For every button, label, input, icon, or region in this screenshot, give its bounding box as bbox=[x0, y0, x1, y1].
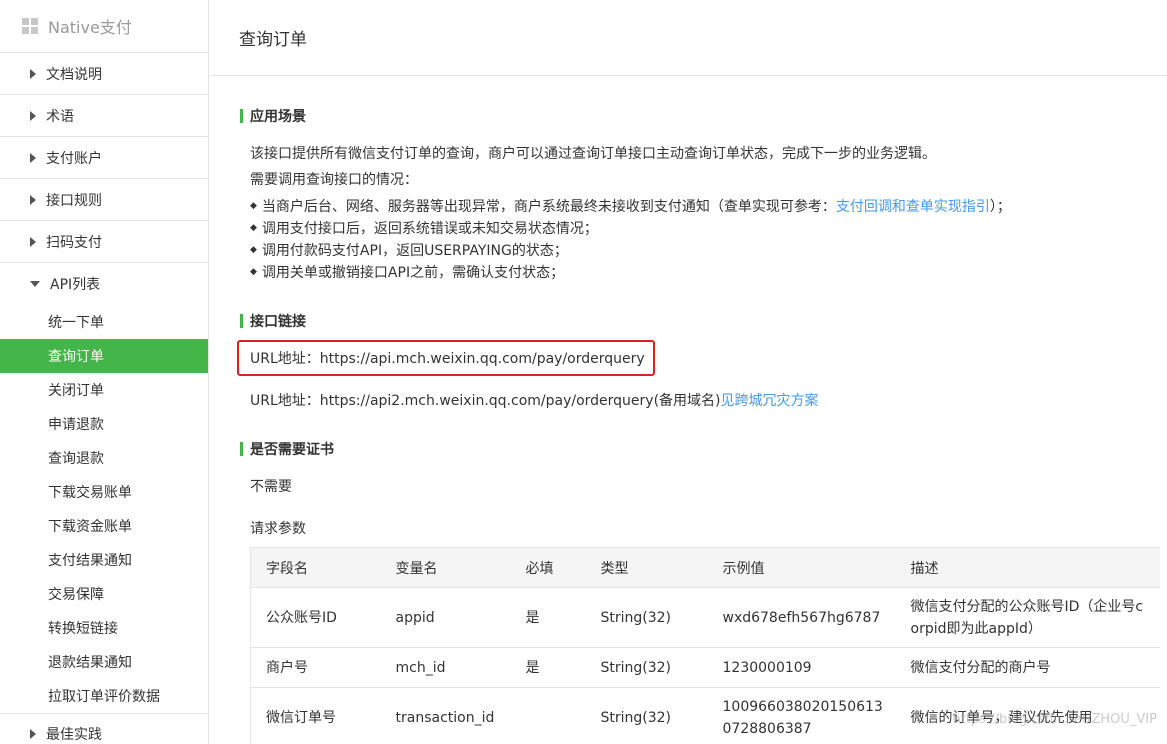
sidebar-item-docs[interactable]: 文档说明 bbox=[0, 53, 208, 95]
table-cell: String(32) bbox=[585, 647, 708, 688]
table-cell: String(32) bbox=[585, 687, 708, 744]
section-heading-api-link: 接口链接 bbox=[240, 311, 306, 331]
table-cell: 微信订单号 bbox=[250, 687, 381, 744]
table-cell: wxd678efh567hg6787 bbox=[707, 587, 896, 648]
sidebar-item-terms[interactable]: 术语 bbox=[0, 95, 208, 137]
main-content: 查询订单 应用场景 该接口提供所有微信支付订单的查询，商户可以通过查询订单接口主… bbox=[210, 0, 1167, 744]
diamond-bullet-icon: ◆ bbox=[250, 201, 257, 211]
page-header: 查询订单 bbox=[210, 0, 1167, 76]
caret-down-icon bbox=[30, 281, 40, 287]
section-heading-scenario: 应用场景 bbox=[240, 106, 306, 126]
sidebar-item-scan-pay[interactable]: 扫码支付 bbox=[0, 221, 208, 263]
caret-right-icon bbox=[30, 68, 36, 79]
certificate-value: 不需要 bbox=[250, 479, 292, 495]
bullet-item: ◆ 调用关单或撤销接口API之前，需确认支付状态； bbox=[250, 265, 565, 281]
table-row: 公众账号ID appid 是 String(32) wxd678efh567hg… bbox=[250, 587, 1160, 648]
section-accent-bar bbox=[240, 442, 243, 456]
sidebar-item-payment-account[interactable]: 支付账户 bbox=[0, 137, 208, 179]
caret-right-icon bbox=[30, 194, 36, 205]
diamond-bullet-icon: ◆ bbox=[250, 267, 257, 277]
sidebar-subitem-query-order[interactable]: 查询订单 bbox=[0, 339, 208, 373]
sidebar-subitem-close-order[interactable]: 关闭订单 bbox=[0, 373, 208, 407]
table-cell: 是 bbox=[510, 587, 586, 648]
table-cell bbox=[510, 687, 586, 744]
sidebar-item-api-list[interactable]: API列表 bbox=[0, 263, 208, 305]
caret-right-icon bbox=[30, 152, 36, 163]
table-cell: 商户号 bbox=[250, 647, 381, 688]
table-header: 示例值 bbox=[707, 547, 896, 588]
diamond-bullet-icon: ◆ bbox=[250, 245, 257, 255]
caret-right-icon bbox=[30, 236, 36, 247]
request-params-label: 请求参数 bbox=[250, 521, 306, 537]
table-cell: 1009660380201506130728806387 bbox=[707, 687, 896, 744]
sidebar-item-api-rules[interactable]: 接口规则 bbox=[0, 179, 208, 221]
table-cell: 1230000109 bbox=[707, 647, 896, 688]
sidebar-subitem-download-fund-bill[interactable]: 下载资金账单 bbox=[0, 509, 208, 543]
sidebar-subitem-download-bill[interactable]: 下载交易账单 bbox=[0, 475, 208, 509]
table-cell: 微信支付分配的商户号 bbox=[895, 647, 1160, 688]
caret-right-icon bbox=[30, 728, 36, 739]
table-header: 类型 bbox=[585, 547, 708, 588]
section-accent-bar bbox=[240, 109, 243, 123]
sidebar-header[interactable]: Native支付 bbox=[0, 0, 208, 53]
url-primary-highlight: URL地址：https://api.mch.weixin.qq.com/pay/… bbox=[237, 340, 655, 376]
sidebar-item-best-practice[interactable]: 最佳实践 bbox=[0, 713, 208, 744]
table-cell: String(32) bbox=[585, 587, 708, 648]
bullet-item: ◆ 调用支付接口后，返回系统错误或未知交易状态情况； bbox=[250, 221, 598, 237]
table-cell: transaction_id bbox=[380, 687, 511, 744]
disaster-recovery-link[interactable]: 见跨城冗灾方案 bbox=[721, 393, 819, 409]
callback-guide-link[interactable]: 支付回调和查单实现指引 bbox=[836, 196, 990, 216]
bullet-item: ◆ 当商户后台、网络、服务器等出现异常，商户系统最终未接收到支付通知（查单实现可… bbox=[240, 196, 1011, 216]
table-cell: mch_id bbox=[380, 647, 511, 688]
sidebar: Native支付 文档说明 术语 支付账户 接口规则 扫码支付 API列表 统一… bbox=[0, 0, 209, 744]
table-cell: 公众账号ID bbox=[250, 587, 381, 648]
sidebar-subitem-short-url[interactable]: 转换短链接 bbox=[0, 611, 208, 645]
grid-icon bbox=[22, 18, 38, 34]
table-cell: 是 bbox=[510, 647, 586, 688]
section-heading-certificate: 是否需要证书 bbox=[240, 439, 334, 459]
table-header: 字段名 bbox=[250, 547, 381, 588]
table-cell: 微信支付分配的公众账号ID（企业号corpid即为此appId） bbox=[895, 587, 1160, 648]
table-header: 描述 bbox=[895, 547, 1160, 588]
caret-right-icon bbox=[30, 110, 36, 121]
table-header: 变量名 bbox=[380, 547, 511, 588]
url-backup: URL地址：https://api2.mch.weixin.qq.com/pay… bbox=[250, 393, 819, 409]
sidebar-subitem-query-refund[interactable]: 查询退款 bbox=[0, 441, 208, 475]
bullet-item: ◆ 调用付款码支付API，返回USERPAYING的状态； bbox=[250, 243, 568, 259]
table-header-row: 字段名 变量名 必填 类型 示例值 描述 bbox=[250, 547, 1160, 588]
scenario-need-label: 需要调用查询接口的情况： bbox=[250, 172, 418, 188]
sidebar-subitem-transaction-guarantee[interactable]: 交易保障 bbox=[0, 577, 208, 611]
sidebar-subitem-refund-notify[interactable]: 退款结果通知 bbox=[0, 645, 208, 679]
sidebar-subitem-unified-order[interactable]: 统一下单 bbox=[0, 305, 208, 339]
table-row: 商户号 mch_id 是 String(32) 1230000109 微信支付分… bbox=[250, 647, 1160, 688]
sidebar-subitem-payment-notify[interactable]: 支付结果通知 bbox=[0, 543, 208, 577]
diamond-bullet-icon: ◆ bbox=[250, 223, 257, 233]
table-cell: appid bbox=[380, 587, 511, 648]
scenario-intro: 该接口提供所有微信支付订单的查询，商户可以通过查询订单接口主动查询订单状态，完成… bbox=[250, 146, 936, 162]
sidebar-subitem-order-comments[interactable]: 拉取订单评价数据 bbox=[0, 679, 208, 713]
sidebar-title: Native支付 bbox=[48, 18, 132, 37]
sidebar-subitem-refund[interactable]: 申请退款 bbox=[0, 407, 208, 441]
section-accent-bar bbox=[240, 314, 243, 328]
watermark: https://blog.csdn.net/ZHOU_VIP bbox=[952, 712, 1157, 727]
url-primary: URL地址：https://api.mch.weixin.qq.com/pay/… bbox=[237, 340, 655, 376]
table-header: 必填 bbox=[510, 547, 586, 588]
page-title: 查询订单 bbox=[239, 30, 307, 50]
